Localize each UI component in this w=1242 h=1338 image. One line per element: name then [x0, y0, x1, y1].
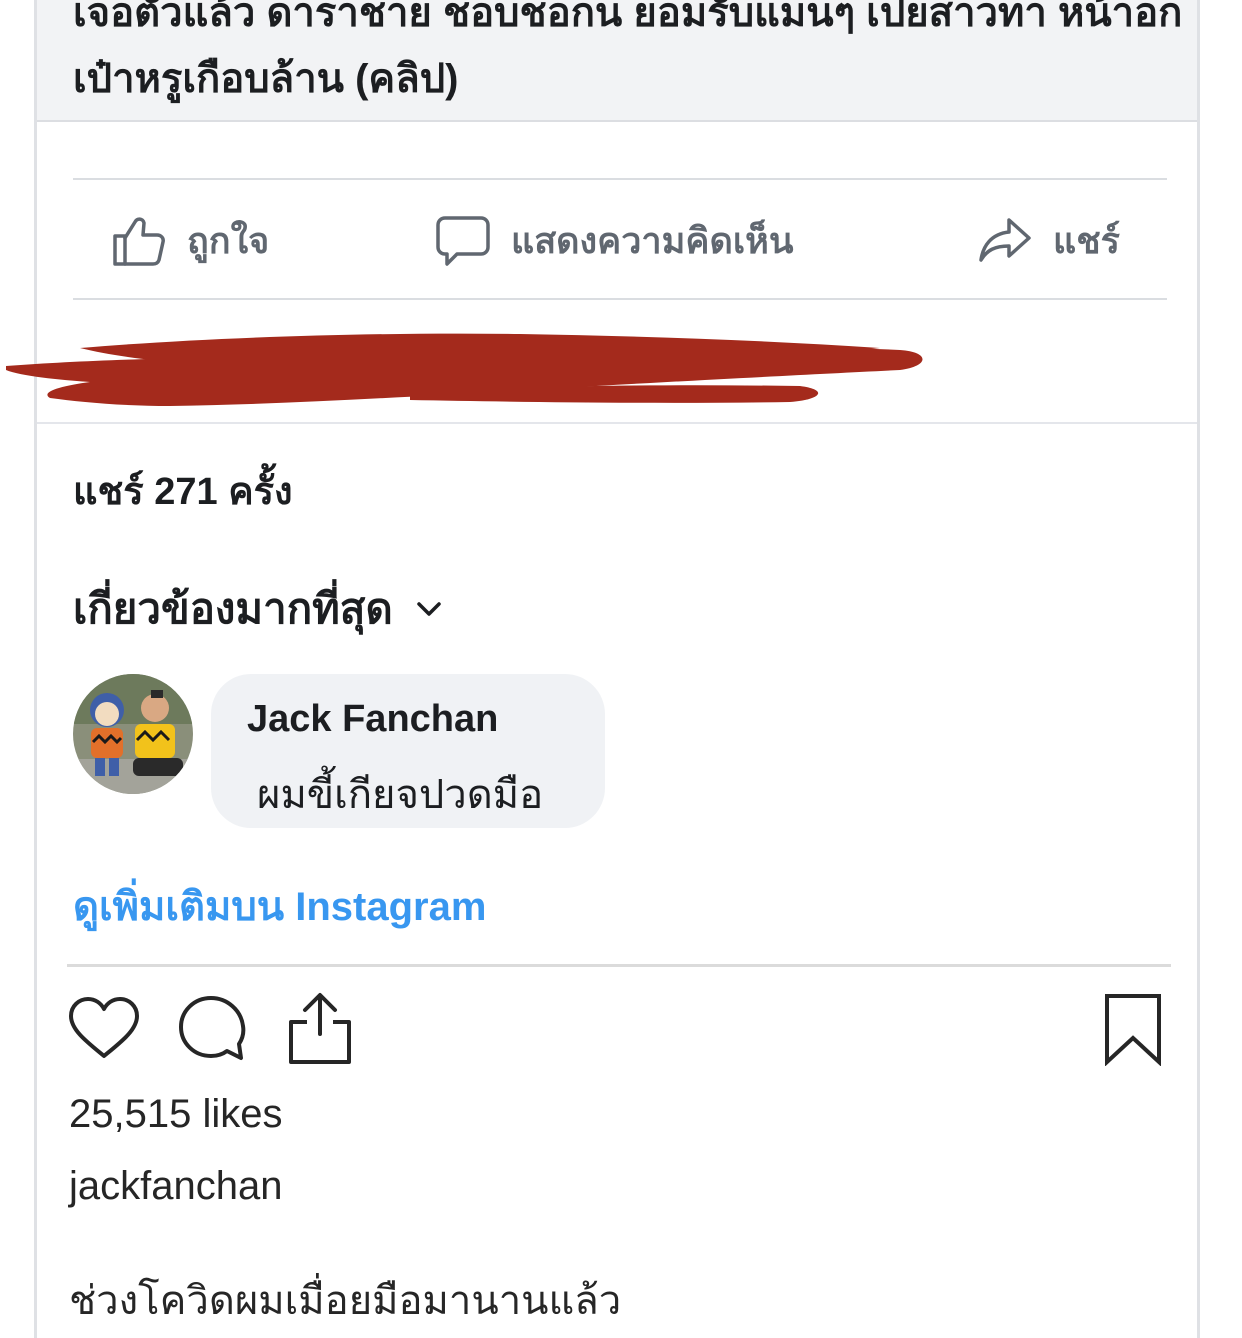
share-arrow-icon [979, 218, 1031, 262]
comment-label: แสดงความคิดเห็น [511, 219, 794, 261]
instagram-username[interactable]: jackfanchan [69, 1164, 282, 1209]
comment-bubble[interactable]: Jack Fanchan ผมขี้เกียจปวดมือ [211, 674, 605, 828]
divider [37, 422, 1197, 424]
see-more-on-instagram-link[interactable]: ดูเพิ่มเติมบน Instagram [73, 874, 486, 938]
upload-icon[interactable] [285, 990, 355, 1066]
comment-sort-selector[interactable]: เกี่ยวข้องมากที่สุด [73, 576, 443, 642]
comment-author[interactable]: Jack Fanchan [247, 698, 498, 741]
speech-bubble-icon [436, 216, 490, 266]
link-preview-title[interactable]: เจอตัวแล้ว ดาราชาย ชอบชอกน ยอมรับแมนๆ เป… [73, 0, 1183, 112]
sort-label: เกี่ยวข้องมากที่สุด [73, 585, 393, 632]
comment-icon[interactable] [177, 994, 247, 1064]
like-label: ถูกใจ [187, 219, 270, 261]
share-label: แชร์ [1053, 219, 1120, 261]
facebook-post-card: เจอตัวแล้ว ดาราชาย ชอบชอกน ยอมรับแมนๆ เป… [34, 0, 1200, 1338]
divider [73, 298, 1167, 300]
bookmark-icon[interactable] [1103, 992, 1163, 1066]
chevron-down-icon [416, 602, 441, 616]
avatar[interactable] [73, 674, 193, 794]
comment-button[interactable]: แสดงความคิดเห็น [435, 208, 793, 272]
divider [73, 178, 1167, 180]
red-redaction-scribble [6, 333, 923, 406]
divider [67, 964, 1171, 967]
link-preview[interactable]: เจอตัวแล้ว ดาราชาย ชอบชอกน ยอมรับแมนๆ เป… [37, 0, 1197, 122]
likes-count[interactable]: 25,515 likes [69, 1092, 282, 1137]
post-caption: ช่วงโควิดผมเมื่อยมือมานานแล้ว [69, 1279, 622, 1323]
like-button[interactable]: ถูกใจ [111, 208, 269, 272]
post-action-bar: ถูกใจ แสดงความคิดเห็น แชร์ [73, 182, 1167, 298]
share-button[interactable]: แชร์ [977, 208, 1120, 272]
comment-text: ผมขี้เกียจปวดมือ [257, 773, 544, 817]
share-count[interactable]: แชร์ 271 ครั้ง [73, 460, 293, 521]
heart-icon[interactable] [67, 996, 141, 1062]
thumbs-up-icon [113, 217, 165, 266]
